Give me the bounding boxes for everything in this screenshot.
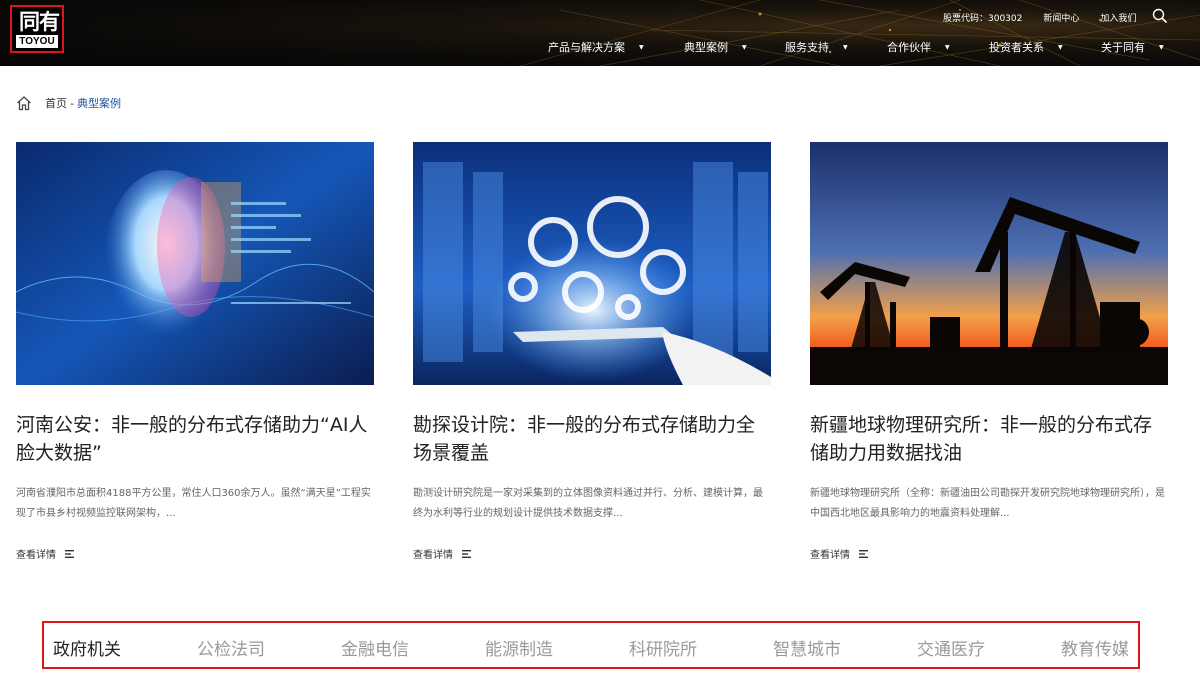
caret-down-icon: ▼ [945,43,950,51]
nav-label: 合作伙伴 [887,41,931,54]
nav-item-cases[interactable]: 典型案例 ▼ [684,39,747,55]
nav-item-investors[interactable]: 投资者关系 ▼ [989,39,1063,55]
breadcrumb-separator: - [70,96,74,110]
nav-item-partners[interactable]: 合作伙伴 ▼ [887,39,950,55]
home-icon[interactable] [16,95,32,111]
nav-item-about[interactable]: 关于同有 ▼ [1101,39,1164,55]
list-icon [462,549,471,558]
breadcrumb-home-link[interactable]: 首页 [45,95,67,111]
join-us-link[interactable]: 加入我们 [1100,11,1136,24]
tab-energy-manufacturing[interactable]: 能源制造 [485,635,553,660]
view-details-link[interactable]: 查看详情 [16,546,374,561]
view-details-label: 查看详情 [413,550,453,561]
caret-down-icon: ▼ [639,43,644,51]
breadcrumb: 首页 - 典型案例 [16,95,121,111]
tab-public-security-justice[interactable]: 公检法司 [197,635,265,660]
view-details-link[interactable]: 查看详情 [810,546,1168,561]
view-details-link[interactable]: 查看详情 [413,546,771,561]
case-title[interactable]: 河南公安：非一般的分布式存储助力“AI人脸大数据” [16,411,374,467]
logo-chinese-text: 同有 [19,10,60,34]
stock-code-link[interactable]: 股票代码：300302 [943,11,1022,24]
category-tabs: 政府机关 公检法司 金融电信 能源制造 科研院所 智慧城市 交通医疗 教育传媒 [42,621,1140,669]
case-description: 勘测设计研究院是一家对采集到的立体图像资料通过并行、分析、建模计算，最终为水利等… [413,488,763,519]
breadcrumb-current: 典型案例 [76,97,121,110]
case-description: 河南省濮阳市总面积4188平方公里，常住人口360余万人。虽然“满天星”工程实现… [16,488,371,519]
header-background-network [519,0,1200,66]
news-center-link[interactable]: 新闻中心 [1043,11,1079,24]
nav-label: 产品与解决方案 [548,41,625,54]
nav-label: 关于同有 [1101,41,1145,54]
gears-tablet-image[interactable] [413,142,771,385]
search-icon[interactable] [1152,8,1168,24]
site-header: 同有 TOYOU 股票代码：300302 新闻中心 加入我们 产品与解决方案 ▼ … [0,0,1200,66]
case-description: 新疆地球物理研究所（全称：新疆油田公司勘探开发研究院地球物理研究所），是中国西北… [810,488,1165,519]
tab-education-media[interactable]: 教育传媒 [1061,635,1129,660]
tab-government[interactable]: 政府机关 [53,635,121,660]
tab-finance-telecom[interactable]: 金融电信 [341,635,409,660]
tab-research-institutes[interactable]: 科研院所 [629,635,697,660]
ai-face-image[interactable] [16,142,374,385]
main-nav: 产品与解决方案 ▼ 典型案例 ▼ 服务支持 ▼ 合作伙伴 ▼ 投资者关系 ▼ 关于同有 ▼ [0,39,1200,55]
tab-smart-city[interactable]: 智慧城市 [773,635,841,660]
tab-transport-medical[interactable]: 交通医疗 [917,635,985,660]
oil-pump-sunset-image[interactable] [810,142,1168,385]
caret-down-icon: ▼ [742,43,747,51]
case-title[interactable]: 勘探设计院：非一般的分布式存储助力全场景覆盖 [413,411,771,467]
nav-label: 投资者关系 [989,41,1044,54]
list-icon [65,549,74,558]
view-details-label: 查看详情 [810,550,850,561]
top-links: 股票代码：300302 新闻中心 加入我们 [943,11,1157,24]
case-title[interactable]: 新疆地球物理研究所：非一般的分布式存储助力用数据找油 [810,411,1168,467]
caret-down-icon: ▼ [1159,43,1164,51]
caret-down-icon: ▼ [843,43,848,51]
case-card[interactable]: 勘探设计院：非一般的分布式存储助力全场景覆盖 勘测设计研究院是一家对采集到的立体… [413,142,771,561]
nav-item-products[interactable]: 产品与解决方案 ▼ [548,39,644,55]
case-card[interactable]: 河南公安：非一般的分布式存储助力“AI人脸大数据” 河南省濮阳市总面积4188平… [16,142,374,561]
caret-down-icon: ▼ [1058,43,1063,51]
nav-label: 服务支持 [785,41,829,54]
list-icon [859,549,868,558]
case-card[interactable]: 新疆地球物理研究所：非一般的分布式存储助力用数据找油 新疆地球物理研究所（全称：… [810,142,1168,561]
nav-label: 典型案例 [684,41,728,54]
nav-item-service[interactable]: 服务支持 ▼ [785,39,848,55]
view-details-label: 查看详情 [16,550,56,561]
